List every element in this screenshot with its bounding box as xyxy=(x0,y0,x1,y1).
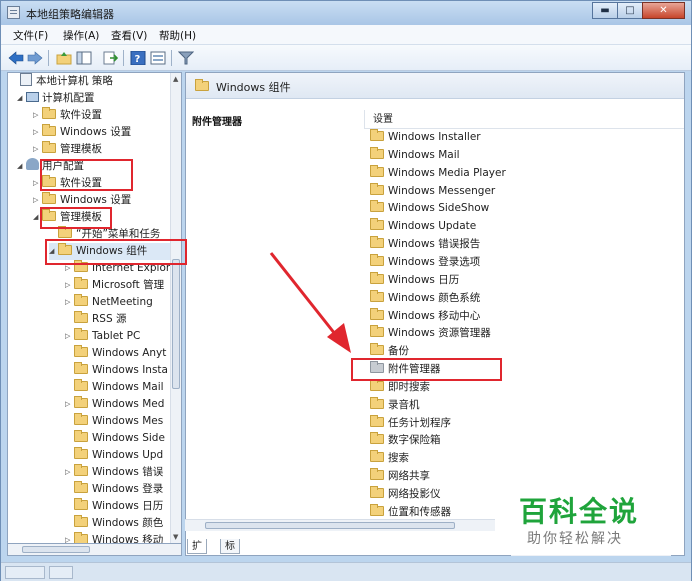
status-bar xyxy=(1,562,691,581)
watermark-title: 百科全说 xyxy=(519,495,640,528)
main-window: 本地组策略编辑器 ▬ □ ✕ 文件(F) 操作(A) 查看(V) 帮助(H) ?… xyxy=(0,0,692,581)
watermark: 百科全说 助你轻松解决 xyxy=(511,486,671,556)
watermark-subtitle: 助你轻松解决 xyxy=(527,531,623,547)
